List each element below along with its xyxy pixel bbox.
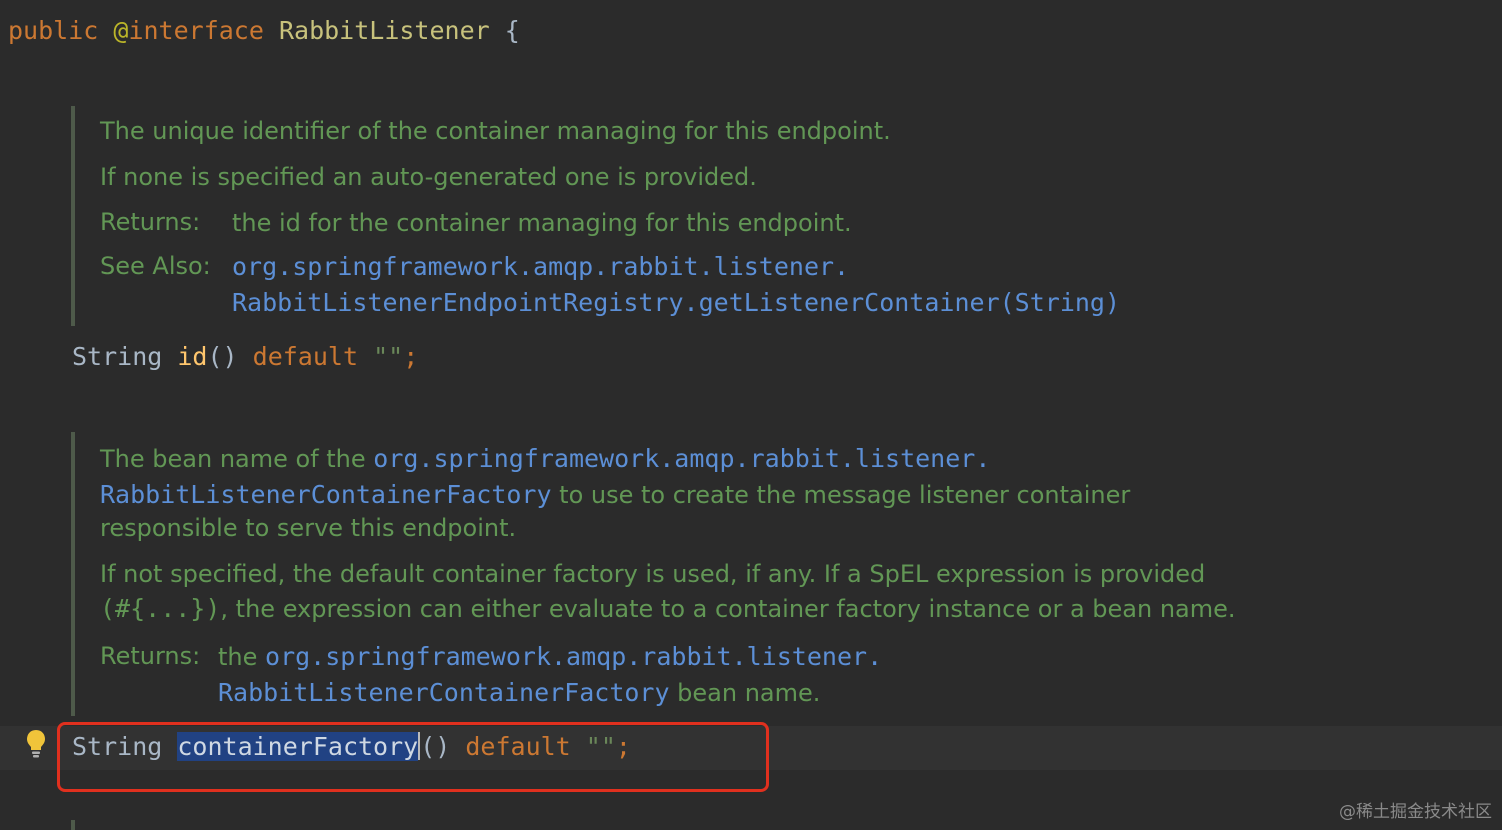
doc2-p1-line2: RabbitListenerContainerFactory to use to… [100,480,1130,509]
keyword-interface: interface [128,16,264,45]
doc2-returns-text-b: bean name. [669,679,821,707]
doc1-see-link-2[interactable]: RabbitListenerEndpointRegistry.getListen… [232,288,1120,317]
doc1-see-link-1[interactable]: org.springframework.amqp.rabbit.listener… [232,252,849,281]
doc1-returns-label: Returns: [100,208,201,236]
doc-comment-bar-3 [71,820,75,830]
watermark: @稀土掘金技术社区 [1339,802,1492,822]
doc2-returns-line2: RabbitListenerContainerFactory bean name… [218,678,820,707]
keyword-public: public [8,16,99,45]
doc1-returns-text: the id for the container managing for th… [232,209,852,237]
doc2-returns-label: Returns: [100,642,201,670]
doc-comment-bar-1 [71,106,75,326]
doc2-p1-text-a: The bean name of the [100,445,374,473]
doc2-returns-link-package[interactable]: org.springframework.amqp.rabbit.listener… [265,642,882,671]
doc2-p1-line3: responsible to serve this endpoint. [100,514,517,542]
type-string: String [72,342,163,371]
doc2-p1-line1: The bean name of the org.springframework… [100,444,990,473]
doc1-line1: The unique identifier of the container m… [100,117,891,145]
lightbulb-icon[interactable] [24,728,48,760]
doc2-returns-link-factory[interactable]: RabbitListenerContainerFactory [218,678,670,707]
string-literal: "" [373,342,404,371]
doc2-p1-text-b: to use to create the message listener co… [551,481,1131,509]
red-highlight-box [57,722,769,792]
semicolon: ; [403,342,419,371]
doc2-link-package[interactable]: org.springframework.amqp.rabbit.listener… [373,444,990,473]
doc-comment-bar-2 [71,432,75,716]
doc2-p2-line2: (#{...}), the expression can either eval… [100,594,1236,623]
annotation-at: @ [113,16,129,45]
doc2-p2-line1: If not specified, the default container … [100,560,1206,588]
open-brace: { [504,16,520,45]
parens: () [207,342,238,371]
id-method-line: String id() default ""; [72,342,418,371]
interface-declaration: public @interface RabbitListener { [8,16,520,45]
keyword-default: default [252,342,359,371]
method-id[interactable]: id [177,342,207,371]
interface-name[interactable]: RabbitListener [279,16,490,45]
doc2-returns-line1: the org.springframework.amqp.rabbit.list… [218,642,882,671]
doc2-spel-code: (#{...}) [100,594,221,623]
doc2-returns-text-a: the [218,643,266,671]
doc2-p2-text-b: , the expression can either evaluate to … [220,595,1236,623]
doc1-see-label: See Also: [100,252,211,280]
doc2-link-factory[interactable]: RabbitListenerContainerFactory [100,480,552,509]
doc1-line2: If none is specified an auto-generated o… [100,163,757,191]
